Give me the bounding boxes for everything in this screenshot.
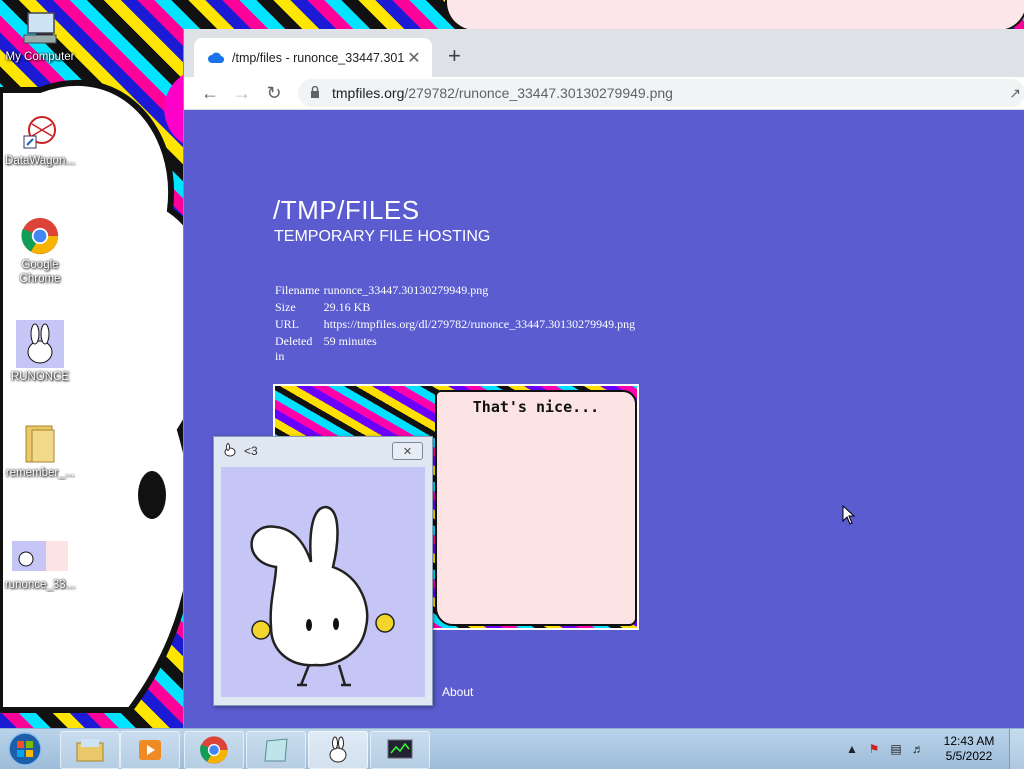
wallpaper-bunny: [0, 79, 200, 713]
table-row: Deleted in 59 minutes: [273, 333, 637, 365]
popup-title: <3: [244, 444, 258, 458]
page-subtitle: TEMPORARY FILE HOSTING: [274, 228, 491, 245]
popup-window: <3 ✕: [213, 436, 433, 706]
desktop-icon-datawagon[interactable]: DataWagon...: [0, 112, 80, 168]
back-arrow-icon[interactable]: ←: [194, 83, 226, 104]
taskbar-notepad[interactable]: [246, 731, 306, 769]
table-row: Filename runonce_33447.30130279949.png: [273, 282, 637, 299]
desktop-icon-label: DataWagon...: [5, 155, 75, 167]
desktop-icon-label: Google Chrome: [19, 259, 61, 285]
chrome-icon: [200, 736, 228, 764]
tab-close-icon[interactable]: ✕: [404, 48, 424, 68]
bunny-app-icon: [16, 320, 64, 368]
taskbar-explorer[interactable]: [60, 731, 120, 769]
clock-time: 12:43 AM: [943, 734, 995, 748]
network-icon[interactable]: ▤: [887, 742, 905, 756]
desktop-icon-google-chrome[interactable]: Google Chrome: [0, 216, 80, 286]
table-row: URL https://tmpfiles.org/dl/279782/runon…: [273, 316, 637, 333]
filename-value: runonce_33447.30130279949.png: [323, 283, 489, 297]
popup-content: [221, 467, 425, 697]
image-file-icon: [12, 536, 68, 576]
browser-toolbar: ← → ↻ tmpfiles.org/279782/runonce_33447.…: [184, 77, 1024, 110]
tab-bar: /tmp/files - runonce_33447.30130279949.p…: [184, 29, 1024, 77]
table-row: Size 29.16 KB: [273, 299, 637, 316]
reload-icon[interactable]: ↻: [258, 83, 290, 104]
desktop-icon-my-computer[interactable]: My Computer: [0, 8, 80, 64]
volume-icon[interactable]: ♬: [909, 742, 927, 756]
taskbar-chrome[interactable]: [184, 731, 244, 769]
desktop-icon-label: RUNONCE: [10, 371, 70, 383]
start-button[interactable]: [4, 731, 46, 767]
explorer-icon: [76, 739, 104, 762]
tab-title: /tmp/files - runonce_33447.30130279949.p…: [232, 50, 404, 65]
filename-label: Filename: [275, 283, 320, 297]
url-label: URL: [275, 317, 299, 331]
preview-note-text: That's nice...: [472, 398, 600, 416]
size-label: Size: [275, 300, 296, 314]
page-title: /TMP/FILES: [273, 195, 420, 225]
desktop-icon-remember-folder[interactable]: remember_...: [0, 424, 80, 480]
url-path: /279782/runonce_33447.30130279949.png: [404, 85, 673, 101]
desktop-icon-label: runonce_33...: [4, 579, 76, 591]
task-manager-icon: [387, 739, 413, 759]
download-url-link[interactable]: https://tmpfiles.org/dl/279782/runonce_3…: [322, 316, 637, 333]
new-tab-button[interactable]: +: [448, 43, 461, 69]
lock-icon: [310, 85, 324, 101]
browser-tab[interactable]: /tmp/files - runonce_33447.30130279949.p…: [194, 38, 432, 77]
mouse-cursor-icon: [842, 505, 856, 525]
bunny-icon: [329, 736, 347, 763]
file-info-table: Filename runonce_33447.30130279949.png S…: [273, 282, 637, 365]
desktop-icon-label: remember_...: [5, 467, 75, 479]
wallpaper-blob: [445, 0, 1024, 32]
bunny-icon: [222, 442, 238, 460]
show-hidden-icons-icon[interactable]: ▲: [843, 742, 861, 756]
deleted-label: Deleted in: [275, 334, 313, 363]
clock[interactable]: 12:43 AM 5/5/2022: [929, 734, 1009, 764]
clock-date: 5/5/2022: [945, 749, 993, 763]
desktop-icon-runonce[interactable]: RUNONCE: [0, 320, 80, 384]
desktop-icon-runonce-png[interactable]: runonce_33...: [0, 536, 80, 592]
forward-arrow-icon[interactable]: →: [226, 83, 258, 104]
computer-icon: [20, 8, 60, 48]
notepad-icon: [264, 738, 288, 762]
folder-icon: [20, 424, 60, 464]
size-value: 29.16 KB: [323, 300, 371, 314]
taskbar-media-player[interactable]: [120, 731, 180, 769]
taskbar: ▲ ⚑ ▤ ♬ 12:43 AM 5/5/2022: [0, 728, 1024, 769]
popup-close-button[interactable]: ✕: [392, 442, 423, 460]
url-host: tmpfiles.org: [332, 85, 405, 101]
action-center-warning-icon[interactable]: ⚑: [865, 742, 883, 756]
about-link[interactable]: About: [442, 685, 473, 699]
datawagon-shortcut-icon: [20, 112, 60, 152]
bunny-illustration: [250, 505, 395, 687]
media-player-icon: [139, 740, 161, 760]
address-bar[interactable]: tmpfiles.org/279782/runonce_33447.301302…: [298, 79, 1024, 107]
cloud-upload-icon: [208, 50, 224, 66]
share-icon[interactable]: ↗: [1009, 85, 1021, 102]
taskbar-bunny[interactable]: [308, 731, 368, 769]
deleted-value: 59 minutes: [323, 334, 377, 348]
show-desktop-button[interactable]: [1009, 729, 1024, 769]
preview-note: That's nice...: [435, 390, 637, 626]
system-tray: ▲ ⚑ ▤ ♬ 12:43 AM 5/5/2022: [841, 729, 1024, 769]
popup-titlebar[interactable]: <3 ✕: [214, 437, 432, 465]
desktop-icon-label: My Computer: [5, 51, 75, 63]
chrome-shortcut-icon: [20, 216, 60, 256]
taskbar-task-manager[interactable]: [370, 731, 430, 769]
